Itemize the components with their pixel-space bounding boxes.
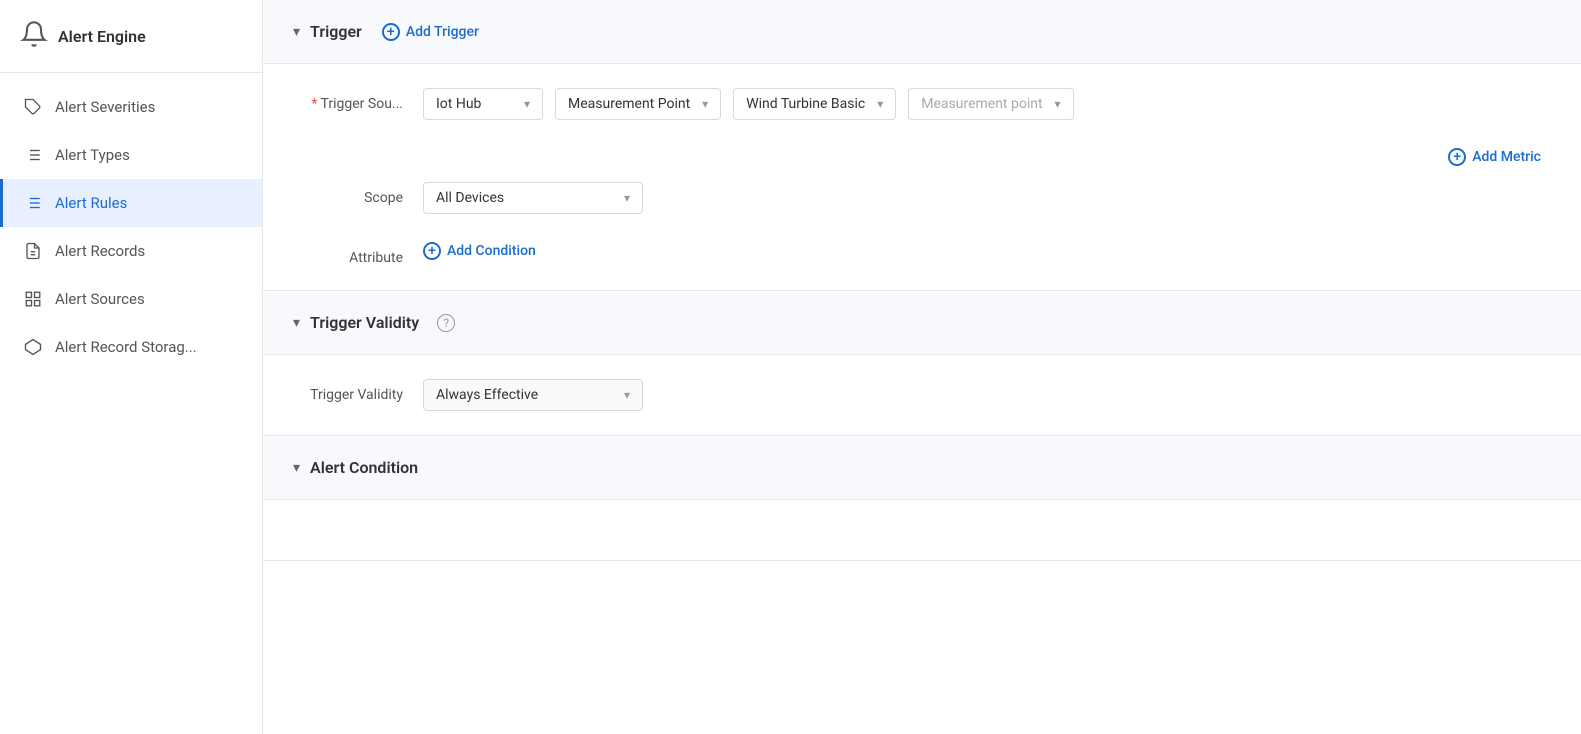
trigger-section-title: Trigger — [310, 22, 362, 41]
scope-arrow-icon: ▾ — [624, 191, 630, 205]
sidebar-item-rules-label: Alert Rules — [55, 194, 127, 212]
attribute-row: Attribute + Add Condition — [303, 242, 1541, 266]
add-trigger-plus-icon: + — [382, 23, 400, 41]
alert-condition-section-header: ▾ Alert Condition — [263, 436, 1581, 500]
attribute-label: Attribute — [303, 242, 403, 266]
validity-row: Trigger Validity Always Effective ▾ — [303, 379, 1541, 411]
trigger-model-value: Wind Turbine Basic — [746, 96, 865, 112]
trigger-chevron-icon[interactable]: ▾ — [293, 24, 300, 40]
add-metric-plus-icon: + — [1448, 148, 1466, 166]
trigger-source-dropdown[interactable]: Iot Hub ▾ — [423, 88, 543, 120]
rules-icon — [23, 193, 43, 213]
scope-dropdown[interactable]: All Devices ▾ — [423, 182, 643, 214]
validity-dropdown[interactable]: Always Effective ▾ — [423, 379, 643, 411]
add-condition-button[interactable]: + Add Condition — [423, 242, 536, 260]
add-metric-row: + Add Metric — [303, 148, 1541, 182]
doc-icon — [23, 241, 43, 261]
trigger-section-header: ▾ Trigger + Add Trigger — [263, 0, 1581, 64]
sidebar-item-records-label: Alert Records — [55, 242, 145, 260]
trigger-source-label: Trigger Sou... — [303, 88, 403, 112]
scope-value: All Devices — [436, 190, 504, 206]
trigger-type-dropdown[interactable]: Measurement Point ▾ — [555, 88, 721, 120]
sidebar-item-records[interactable]: Alert Records — [0, 227, 262, 275]
sidebar-item-severities[interactable]: Alert Severities — [0, 83, 262, 131]
alert-engine-icon — [20, 20, 48, 52]
validity-section-header: ▾ Trigger Validity ? — [263, 291, 1581, 355]
trigger-model-arrow-icon: ▾ — [877, 97, 883, 111]
grid-icon — [23, 289, 43, 309]
tag-icon — [23, 97, 43, 117]
sidebar-logo: Alert Engine — [0, 0, 262, 73]
scope-row: Scope All Devices ▾ — [303, 182, 1541, 214]
validity-chevron-icon[interactable]: ▾ — [293, 315, 300, 331]
sidebar-item-severities-label: Alert Severities — [55, 98, 155, 116]
add-condition-label: Add Condition — [447, 243, 536, 259]
trigger-section-body: Trigger Sou... Iot Hub ▾ Measurement Poi… — [263, 64, 1581, 290]
trigger-model-dropdown[interactable]: Wind Turbine Basic ▾ — [733, 88, 896, 120]
sidebar-nav: Alert Severities Alert Types — [0, 73, 262, 381]
trigger-type-value: Measurement Point — [568, 96, 690, 112]
trigger-metric-placeholder: Measurement point — [921, 96, 1042, 112]
sidebar: Alert Engine Alert Severities — [0, 0, 263, 734]
alert-condition-chevron-icon[interactable]: ▾ — [293, 460, 300, 476]
validity-value: Always Effective — [436, 387, 538, 403]
app-title: Alert Engine — [58, 27, 146, 46]
scope-label: Scope — [303, 182, 403, 206]
add-trigger-label: Add Trigger — [406, 24, 479, 40]
hexagon-icon — [23, 337, 43, 357]
alert-condition-section-body — [263, 500, 1581, 560]
trigger-source-arrow-icon: ▾ — [524, 97, 530, 111]
validity-label: Trigger Validity — [303, 379, 403, 403]
validity-controls: Always Effective ▾ — [423, 379, 643, 411]
add-metric-label: Add Metric — [1472, 149, 1541, 165]
add-condition-plus-icon: + — [423, 242, 441, 260]
validity-section-title: Trigger Validity — [310, 313, 419, 332]
sidebar-item-storage-label: Alert Record Storag... — [55, 338, 197, 356]
trigger-metric-arrow-icon: ▾ — [1055, 97, 1061, 111]
trigger-metric-dropdown[interactable]: Measurement point ▾ — [908, 88, 1073, 120]
alert-condition-section-title: Alert Condition — [310, 458, 418, 477]
validity-help-icon[interactable]: ? — [437, 314, 455, 332]
sidebar-item-types-label: Alert Types — [55, 146, 130, 164]
trigger-type-arrow-icon: ▾ — [702, 97, 708, 111]
trigger-section: ▾ Trigger + Add Trigger Trigger Sou... I… — [263, 0, 1581, 291]
sidebar-item-sources[interactable]: Alert Sources — [0, 275, 262, 323]
sidebar-item-types[interactable]: Alert Types — [0, 131, 262, 179]
sidebar-item-rules[interactable]: Alert Rules — [0, 179, 262, 227]
attribute-controls: + Add Condition — [423, 242, 536, 260]
add-metric-button[interactable]: + Add Metric — [1448, 148, 1541, 166]
validity-section-body: Trigger Validity Always Effective ▾ — [263, 355, 1581, 435]
list-icon — [23, 145, 43, 165]
trigger-source-row: Trigger Sou... Iot Hub ▾ Measurement Poi… — [303, 88, 1541, 120]
sidebar-item-storage[interactable]: Alert Record Storag... — [0, 323, 262, 371]
add-trigger-button[interactable]: + Add Trigger — [382, 23, 479, 41]
sidebar-item-sources-label: Alert Sources — [55, 290, 145, 308]
trigger-source-controls: Iot Hub ▾ Measurement Point ▾ Wind Turbi… — [423, 88, 1074, 120]
trigger-source-value: Iot Hub — [436, 96, 481, 112]
alert-condition-section: ▾ Alert Condition — [263, 436, 1581, 561]
validity-arrow-icon: ▾ — [624, 388, 630, 402]
main-content: ▾ Trigger + Add Trigger Trigger Sou... I… — [263, 0, 1581, 734]
validity-section: ▾ Trigger Validity ? Trigger Validity Al… — [263, 291, 1581, 436]
scope-controls: All Devices ▾ — [423, 182, 643, 214]
